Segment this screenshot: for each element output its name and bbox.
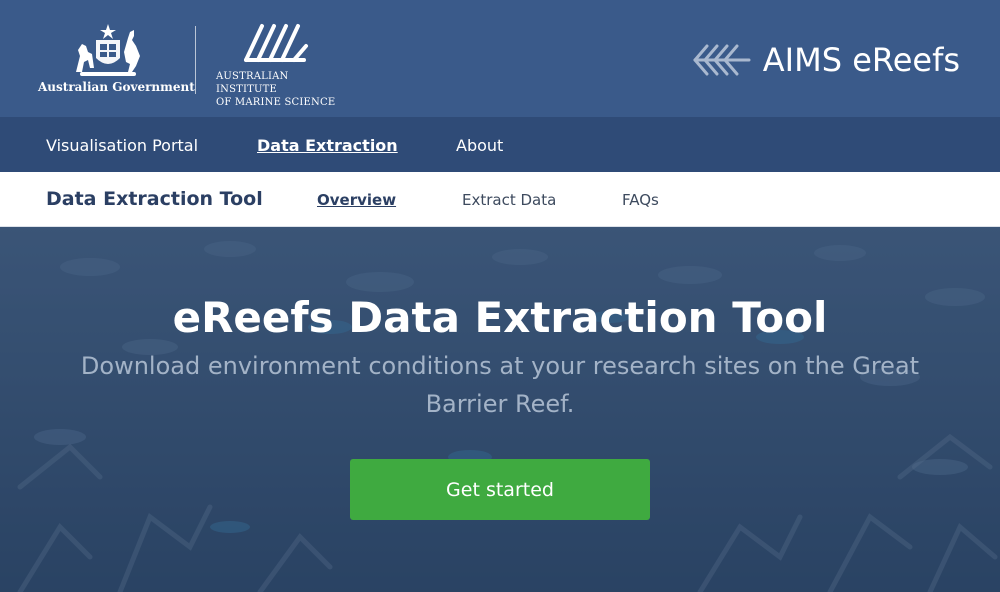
nav-data-extraction[interactable]: Data Extraction xyxy=(257,136,398,155)
hero-section: eReefs Data Extraction Tool Download env… xyxy=(0,227,1000,592)
institute-line-2: of Marine Science xyxy=(216,97,336,108)
tab-extract-data[interactable]: Extract Data xyxy=(462,191,556,209)
main-navigation: Visualisation Portal Data Extraction Abo… xyxy=(0,117,1000,172)
coat-of-arms-icon xyxy=(76,24,140,76)
aims-ereefs-brand[interactable]: AIMS eReefs xyxy=(691,38,960,82)
institute-line-1: Australian Institute xyxy=(216,71,289,95)
subnav-title: Data Extraction Tool xyxy=(46,188,263,210)
tab-overview[interactable]: Overview xyxy=(317,191,396,209)
australian-government-text: Australian Government xyxy=(38,80,195,94)
hero-title: eReefs Data Extraction Tool xyxy=(172,293,828,342)
aims-institute-text: Australian Institute of Marine Science xyxy=(216,70,336,109)
logo-divider xyxy=(195,26,196,94)
hero-subtitle: Download environment conditions at your … xyxy=(80,352,920,418)
ereefs-fish-icon xyxy=(693,44,751,76)
sub-navigation: Data Extraction Tool Overview Extract Da… xyxy=(0,172,1000,227)
nav-about[interactable]: About xyxy=(456,136,503,155)
australian-government-logo[interactable]: Australian Government xyxy=(38,22,195,98)
get-started-button[interactable]: Get started xyxy=(350,459,650,520)
brand-title: AIMS eReefs xyxy=(762,41,960,79)
nav-visualisation-portal[interactable]: Visualisation Portal xyxy=(46,136,198,155)
tab-faqs[interactable]: FAQs xyxy=(622,191,659,209)
aims-logo[interactable]: Australian Institute of Marine Science xyxy=(216,20,336,108)
site-header: Australian Government Australian Institu… xyxy=(0,0,1000,117)
aims-fish-icon xyxy=(244,24,308,62)
